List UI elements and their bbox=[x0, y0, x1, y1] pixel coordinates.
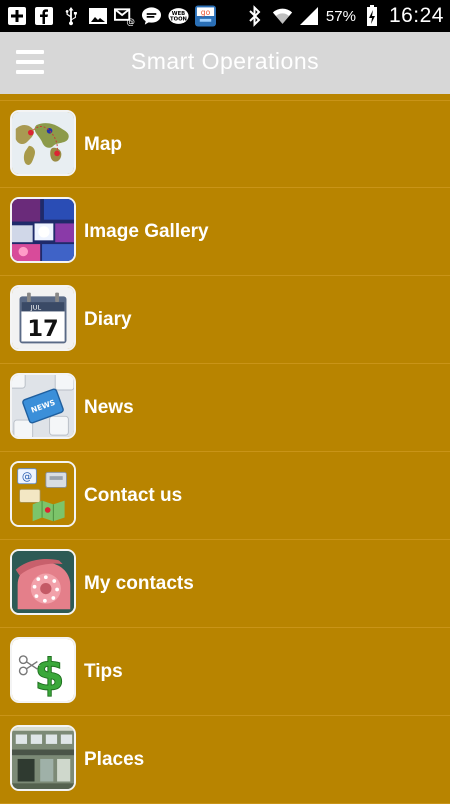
email-icon: @ bbox=[114, 6, 135, 27]
menu-item-label: Contact us bbox=[84, 485, 183, 506]
wifi-icon bbox=[272, 6, 293, 27]
menu-item-my-contacts[interactable]: My contacts bbox=[0, 540, 450, 628]
dollar-icon: $ bbox=[10, 637, 76, 703]
svg-text:JUL: JUL bbox=[30, 304, 42, 312]
app-title: Smart Operations bbox=[130, 48, 320, 74]
svg-text:@: @ bbox=[126, 18, 135, 26]
signal-icon bbox=[299, 6, 320, 27]
svg-text:@: @ bbox=[22, 471, 32, 483]
menu-item-diary[interactable]: JUL 17 Diary bbox=[0, 276, 450, 364]
system-icons: 57% 16:24 bbox=[245, 0, 444, 32]
svg-text:TOON: TOON bbox=[170, 16, 187, 22]
battery-icon bbox=[362, 5, 383, 27]
svg-text:go: go bbox=[201, 8, 211, 17]
menu-item-label: Tips bbox=[84, 661, 123, 682]
map-icon bbox=[10, 110, 76, 176]
menu-list: Map Image Gallery JUL 17 Diary NEWS News… bbox=[0, 100, 450, 804]
gallery-icon bbox=[10, 197, 76, 263]
svg-text:17: 17 bbox=[27, 316, 58, 342]
contact-icon: @ bbox=[10, 461, 76, 527]
facebook-icon bbox=[33, 6, 54, 27]
plus-icon bbox=[6, 6, 27, 27]
go-app-icon: go bbox=[195, 5, 216, 27]
notification-icons: @ WEB TOON go bbox=[6, 5, 216, 27]
webtoon-icon: WEB TOON bbox=[168, 6, 189, 27]
svg-text:$: $ bbox=[35, 651, 65, 701]
image-icon bbox=[87, 6, 108, 27]
menu-item-label: My contacts bbox=[84, 573, 194, 594]
clock: 16:24 bbox=[388, 4, 444, 27]
menu-item-news[interactable]: NEWS News bbox=[0, 364, 450, 452]
menu-item-label: Image Gallery bbox=[84, 221, 209, 242]
menu-item-label: Places bbox=[84, 749, 145, 770]
menu-item-image-gallery[interactable]: Image Gallery bbox=[0, 188, 450, 276]
menu-item-label: Map bbox=[84, 134, 122, 155]
chat-icon bbox=[141, 6, 162, 27]
menu-item-contact-us[interactable]: @ Contact us bbox=[0, 452, 450, 540]
menu-item-places[interactable]: Places bbox=[0, 716, 450, 804]
usb-icon bbox=[60, 6, 81, 27]
bluetooth-icon bbox=[245, 5, 266, 27]
app-bar: Smart Operations bbox=[0, 32, 450, 94]
menu-item-label: News bbox=[84, 397, 134, 418]
menu-item-label: Diary bbox=[84, 309, 132, 330]
menu-item-map[interactable]: Map bbox=[0, 100, 450, 188]
calendar-icon: JUL 17 bbox=[10, 285, 76, 351]
status-bar: @ WEB TOON go 57% 16:24 bbox=[0, 0, 450, 32]
news-key-icon: NEWS bbox=[10, 373, 76, 439]
menu-item-tips[interactable]: $ Tips bbox=[0, 628, 450, 716]
battery-percent: 57% bbox=[325, 7, 356, 25]
building-icon bbox=[10, 725, 76, 791]
phone-icon bbox=[10, 549, 76, 615]
